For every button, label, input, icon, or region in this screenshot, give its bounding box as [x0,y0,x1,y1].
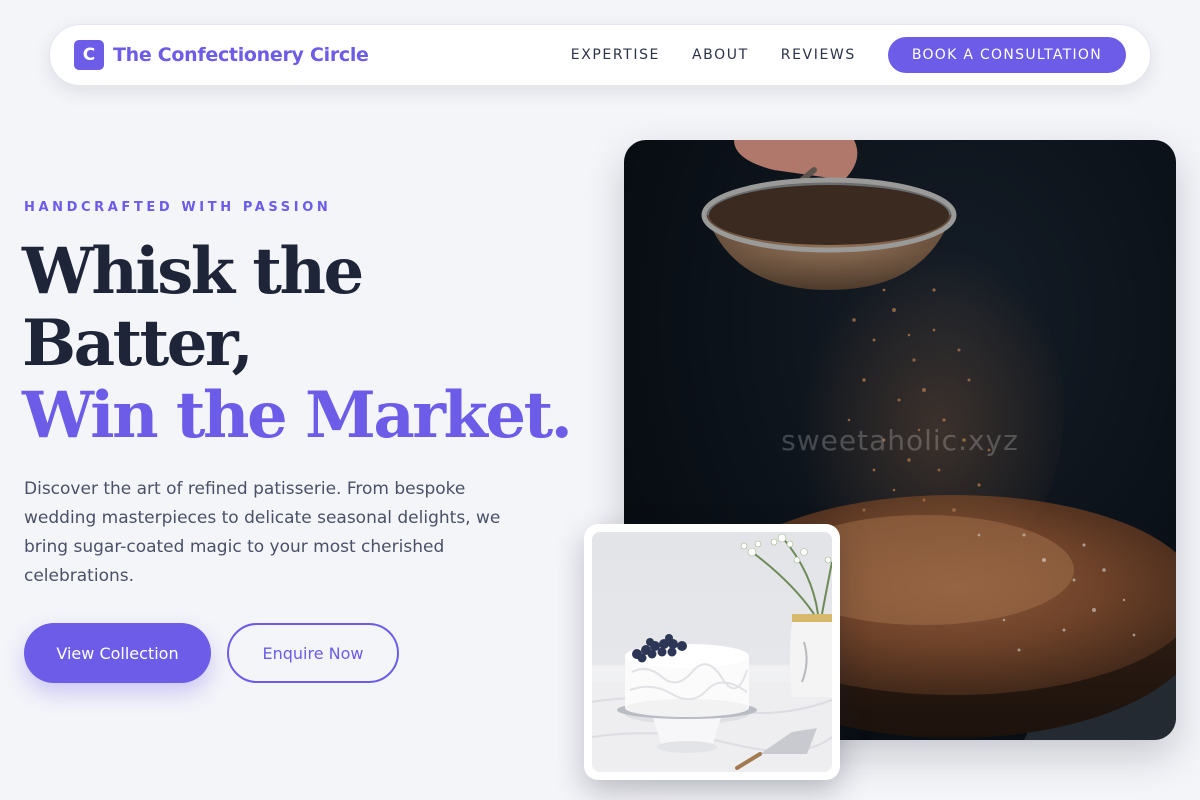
nav-link-reviews[interactable]: REVIEWS [781,47,856,63]
hero-photo-blueberry-cake [584,524,840,780]
headline-accent: Win the Market. [22,378,573,453]
brand-name: The Confectionery Circle [113,44,369,66]
nav-links: EXPERTISE ABOUT REVIEWS [571,47,856,63]
hero-headline: Whisk the Batter, Win the Market. [22,236,582,452]
headline-line-1: Whisk the [22,234,364,309]
hero-description: Discover the art of refined patisserie. … [24,479,501,586]
book-consultation-button[interactable]: BOOK A CONSULTATION [887,37,1126,73]
enquire-now-button[interactable]: Enquire Now [227,623,399,683]
hero-eyebrow: HANDCRAFTED WITH PASSION [24,200,332,215]
headline-line-2: Batter, [22,306,254,381]
top-navigation: C The Confectionery Circle EXPERTISE ABO… [49,24,1151,86]
nav-link-expertise[interactable]: EXPERTISE [571,47,660,63]
blueberry-cake-photo-frame [592,532,832,772]
nav-link-about[interactable]: ABOUT [692,47,749,63]
brand-logo-icon: C [74,40,104,70]
view-collection-button[interactable]: View Collection [24,623,211,683]
blueberry-cake-illustration [592,533,832,772]
photo-watermark: sweetaholic.xyz [781,424,1019,457]
brand[interactable]: C The Confectionery Circle [74,40,369,70]
